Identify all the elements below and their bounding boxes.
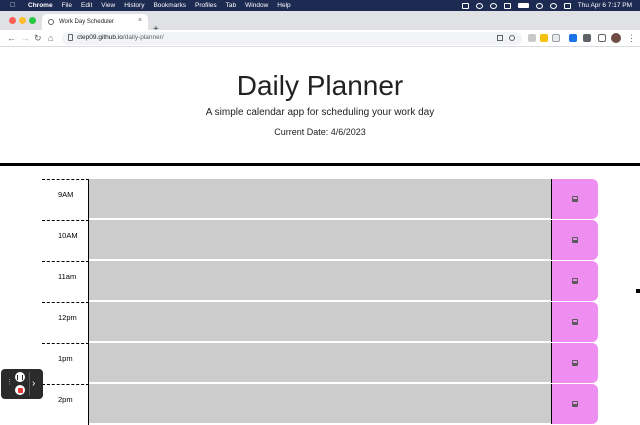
status-area: Thu Apr 6 7:17 PM — [461, 0, 632, 11]
hour-label: 1pm — [42, 343, 89, 384]
hour-label: 9AM — [42, 179, 89, 220]
time-block-row: 9AM — [42, 179, 598, 220]
forward-button[interactable]: → — [21, 32, 30, 44]
url-host: ctep09.github.io — [77, 34, 123, 41]
hour-label: 11am — [42, 261, 89, 302]
mouse-cursor — [636, 289, 640, 293]
close-window-button[interactable] — [9, 17, 16, 24]
profile-avatar[interactable] — [611, 33, 621, 43]
tab-title: Work Day Scheduler — [59, 19, 114, 25]
event-textarea[interactable] — [89, 179, 551, 219]
menu-clock[interactable]: Thu Apr 6 7:17 PM — [578, 2, 632, 9]
home-button[interactable]: ⌂ — [48, 32, 53, 44]
hour-label: 2pm — [42, 384, 89, 425]
save-button[interactable] — [551, 343, 598, 383]
menu-help[interactable]: Help — [277, 0, 290, 11]
address-bar[interactable]: ctep09.github.io/daily-planner/ — [62, 32, 522, 45]
save-icon — [572, 196, 578, 202]
tab-strip: Work Day Scheduler × + ⌄ — [0, 11, 640, 35]
screen-mirror-icon[interactable] — [461, 2, 469, 9]
extension-icon[interactable] — [569, 34, 577, 42]
recording-widget: ⋮ › — [1, 369, 43, 399]
tab-work-day-scheduler[interactable]: Work Day Scheduler × — [42, 14, 148, 30]
save-button[interactable] — [551, 220, 598, 260]
hour-label: 12pm — [42, 302, 89, 343]
bookmark-star-icon[interactable] — [509, 35, 515, 41]
save-button[interactable] — [551, 179, 598, 219]
more-icon[interactable]: ⋮ — [627, 32, 636, 44]
user-icon[interactable] — [489, 2, 497, 9]
page-subtitle: A simple calendar app for scheduling you… — [205, 107, 435, 118]
zoom-window-button[interactable] — [29, 17, 36, 24]
save-icon — [572, 401, 578, 407]
focus-icon[interactable] — [475, 2, 483, 9]
time-block-row: 2pm — [42, 384, 598, 425]
pause-recording-button[interactable] — [15, 372, 25, 382]
search-icon[interactable] — [549, 2, 557, 9]
time-block-row: 11am — [42, 261, 598, 302]
drag-handle-icon[interactable]: ⋮ — [6, 379, 13, 387]
save-button[interactable] — [551, 261, 598, 301]
menu-window[interactable]: Window — [245, 0, 268, 11]
menu-app-name[interactable]: Chrome — [28, 0, 53, 11]
save-icon — [572, 360, 578, 366]
planner: 9AM 10AM 11am 12pm 1pm 2pm — [42, 179, 598, 425]
menu-view[interactable]: View — [101, 0, 115, 11]
save-button[interactable] — [551, 384, 598, 424]
apple-icon[interactable]:  — [10, 0, 20, 11]
current-date: Current Date: 4/6/2023 — [274, 127, 366, 137]
menu-profiles[interactable]: Profiles — [195, 0, 217, 11]
wifi-icon[interactable] — [535, 2, 543, 9]
time-block-row: 1pm — [42, 343, 598, 384]
time-block-row: 10AM — [42, 220, 598, 261]
event-textarea[interactable] — [89, 261, 551, 301]
url-path: /daily-planner/ — [122, 34, 164, 41]
menu-file[interactable]: File — [62, 0, 72, 11]
event-textarea[interactable] — [89, 384, 551, 424]
minimize-window-button[interactable] — [19, 17, 26, 24]
save-icon — [572, 319, 578, 325]
time-block-row: 12pm — [42, 302, 598, 343]
lock-icon[interactable] — [68, 34, 73, 41]
event-textarea[interactable] — [89, 302, 551, 342]
browser-toolbar: ← → ↻ ⌂ ctep09.github.io/daily-planner/ … — [0, 30, 640, 47]
globe-icon — [48, 19, 54, 25]
save-icon — [572, 278, 578, 284]
macos-menu-bar:  Chrome File Edit View History Bookmark… — [0, 0, 640, 11]
save-icon — [572, 237, 578, 243]
back-button[interactable]: ← — [7, 32, 16, 44]
stop-recording-button[interactable] — [15, 385, 25, 395]
puzzle-icon[interactable] — [583, 34, 591, 42]
window-icon[interactable] — [503, 2, 511, 9]
extension-icon[interactable] — [540, 34, 548, 42]
menu-tab[interactable]: Tab — [226, 0, 236, 11]
page-title: Daily Planner — [236, 70, 404, 101]
reload-button[interactable]: ↻ — [34, 32, 42, 44]
menu-history[interactable]: History — [124, 0, 144, 11]
event-textarea[interactable] — [89, 220, 551, 260]
side-panel-icon[interactable] — [598, 34, 606, 42]
close-icon[interactable]: × — [138, 17, 142, 24]
url-text[interactable]: ctep09.github.io/daily-planner/ — [77, 34, 164, 41]
extension-icon[interactable] — [552, 34, 560, 42]
menu-bookmarks[interactable]: Bookmarks — [153, 0, 186, 11]
page-header: Daily Planner A simple calendar app for … — [0, 48, 640, 166]
menu-edit[interactable]: Edit — [81, 0, 92, 11]
event-textarea[interactable] — [89, 343, 551, 383]
save-button[interactable] — [551, 302, 598, 342]
hour-label: 10AM — [42, 220, 89, 261]
control-center-icon[interactable] — [563, 2, 571, 9]
extension-icon[interactable] — [528, 34, 536, 42]
share-icon[interactable] — [497, 35, 503, 41]
battery-icon[interactable] — [517, 3, 529, 8]
divider — [29, 372, 30, 396]
chevron-right-icon[interactable]: › — [32, 378, 35, 390]
